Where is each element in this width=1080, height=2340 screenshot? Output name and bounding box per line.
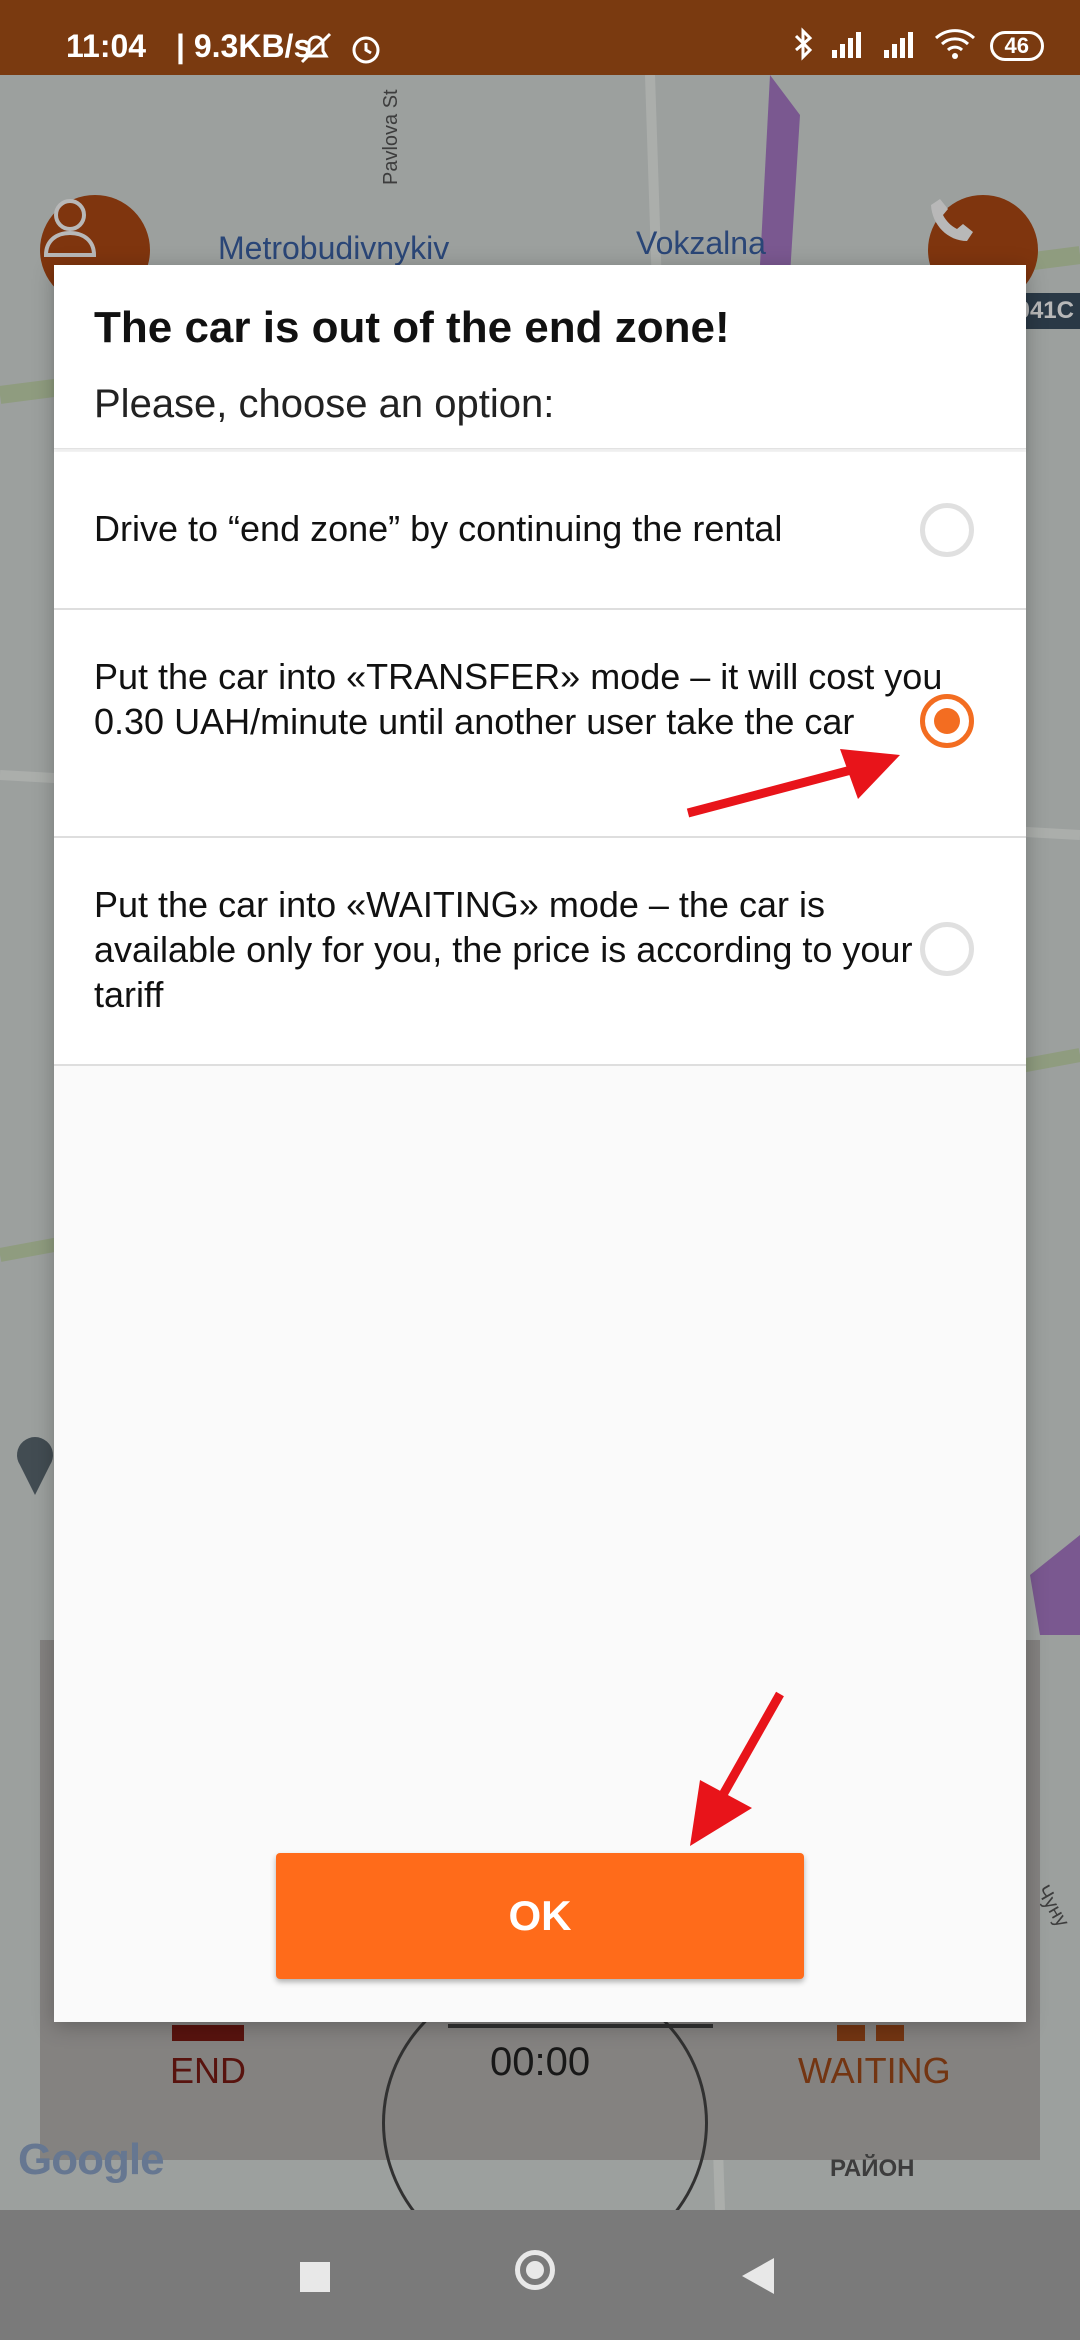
option-label: Put the car into «WAITING» mode – the ca… [94,884,913,1015]
status-bar: 11:04 | 9.3KB/s 46 [0,0,1080,75]
radio-transfer-mode[interactable] [920,694,974,748]
status-network-speed: | 9.3KB/s [176,28,312,64]
status-time: 11:04 [66,28,147,64]
signal-icon [830,28,868,65]
option-label: Drive to “end zone” by continuing the re… [94,508,783,549]
system-nav-bar [0,2210,1080,2340]
wifi-icon [934,28,976,65]
annotation-arrow-icon [690,1691,784,1846]
battery-indicator: 46 [989,31,1044,61]
dialog-title: The car is out of the end zone! [94,303,730,352]
alarm-icon [348,30,384,71]
dialog-subtitle: Please, choose an option: [94,382,555,426]
dialog-header: The car is out of the end zone! Please, … [54,265,1026,449]
ok-button[interactable]: OK [276,1853,804,1979]
radio-drive-to-end-zone[interactable] [920,503,974,557]
signal-icon-2 [882,28,920,65]
back-icon[interactable] [742,2258,774,2294]
recents-icon[interactable] [300,2262,330,2292]
annotation-arrow-icon [686,749,900,818]
home-icon[interactable] [515,2250,555,2290]
radio-waiting-mode[interactable] [920,922,974,976]
option-waiting-mode[interactable]: Put the car into «WAITING» mode – the ca… [54,838,1026,1066]
mute-icon [298,30,334,71]
bluetooth-icon [792,26,816,67]
option-label: Put the car into «TRANSFER» mode – it wi… [94,656,943,742]
end-zone-dialog: The car is out of the end zone! Please, … [54,265,1026,2022]
option-drive-to-end-zone[interactable]: Drive to “end zone” by continuing the re… [54,452,1026,610]
